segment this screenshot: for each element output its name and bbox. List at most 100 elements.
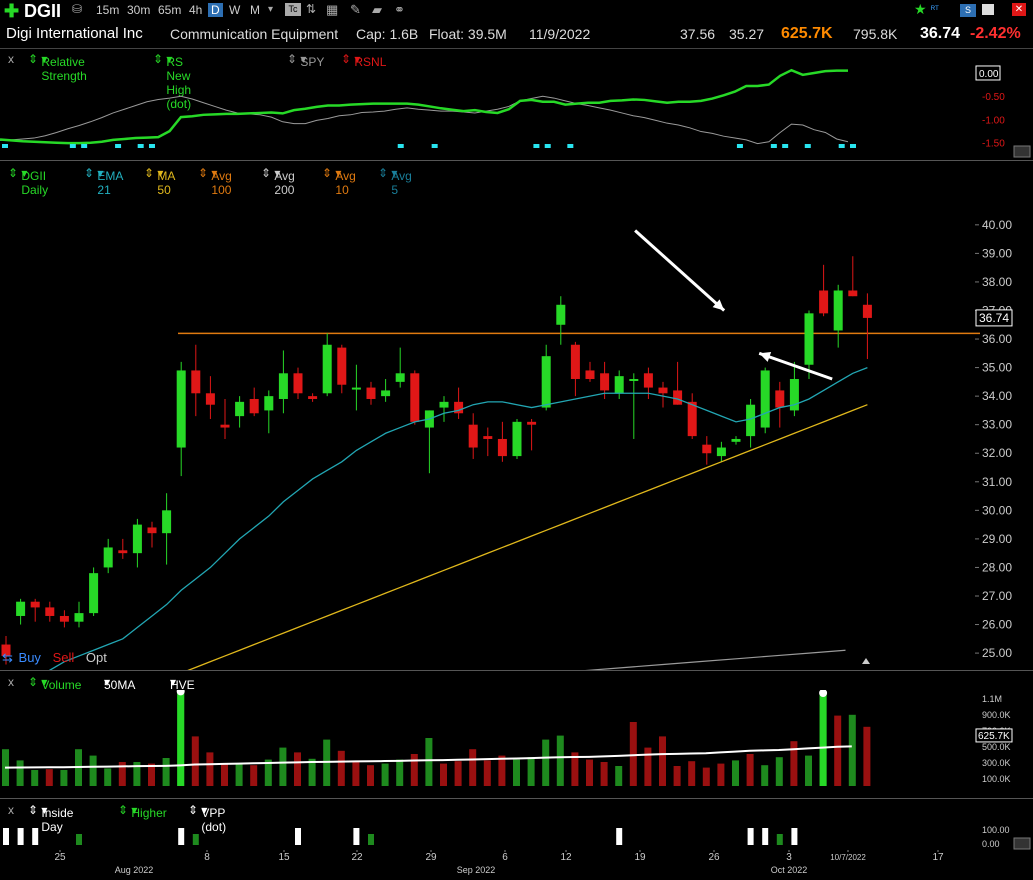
scan-icon[interactable]: S (960, 4, 976, 17)
high-value: 37.56 (680, 26, 716, 42)
date-axis-tick: 12 (560, 852, 572, 863)
candle-body (439, 401, 449, 408)
top-toolbar: ✚ DGII ⛁ 15m 30m 65m 4h D W M ▾ Tc ⇅ ▦ ✎… (0, 0, 1033, 22)
volume-bar (746, 754, 754, 786)
date-axis-tick: 25 (54, 852, 66, 863)
inside-panel-plot: 100.00 0.00 25 8 15 22 29 6 12 19 26 3 10/7/2022 17 Au… (3, 825, 1031, 875)
inside-day-bar (791, 828, 798, 845)
sell-button[interactable]: Sell (53, 650, 75, 665)
price-panel-plot: 40.0039.0038.0037.0036.0035.0034.0033.00… (1, 218, 1013, 670)
candle-body (278, 373, 288, 399)
chart-style-icon[interactable]: ⛁ (72, 2, 82, 16)
window-icon[interactable] (982, 4, 994, 15)
draw-icon[interactable]: ✎ (350, 2, 361, 18)
volume-bar (586, 759, 593, 786)
higher-bar (76, 834, 82, 845)
rs-new-high-dot (770, 144, 777, 148)
symbol-label[interactable]: DGII (24, 1, 61, 22)
price-item-daily[interactable]: ⇕ DGII Daily ▾ (8, 166, 48, 197)
timeframe-65m[interactable]: 65m (158, 3, 181, 17)
date-value: 11/9/2022 (529, 26, 591, 42)
price-item-ema21[interactable]: ⇕ EMA 21 ▾ (84, 166, 123, 197)
volume-axis-tick: 500.0K (982, 742, 1011, 752)
price-axis-tick: 29.00 (982, 532, 1012, 546)
candle-body (45, 607, 55, 616)
inside-item-inside-day[interactable]: ⇕ Inside Day ▾ (28, 803, 73, 834)
star-icon[interactable]: ★ (914, 1, 927, 18)
candle-body (16, 601, 26, 616)
timeframe-daily[interactable]: D (208, 3, 223, 17)
note-icon[interactable]: ▰ (372, 2, 382, 18)
ema21-line (49, 366, 868, 670)
volume-item-volume[interactable]: ⇕ Volume ▾ (28, 675, 81, 692)
date-axis-month: Oct 2022 (771, 865, 808, 875)
candle-body (497, 438, 507, 457)
volume-bar (600, 762, 608, 786)
price-item-ma50[interactable]: ⇕ MA 50 ▾ (144, 166, 175, 197)
volume-panel-header: x ⇕ Volume ▾ 50MA ▾ HVE ▾ (0, 672, 980, 692)
rs-new-high-dot (567, 144, 574, 148)
inside-day-bar (178, 828, 185, 845)
timeframe-weekly[interactable]: W (229, 3, 240, 17)
rs-axis-tick: -0.50 (982, 92, 1005, 103)
price-tag-text: 36.74 (979, 311, 1009, 325)
date-axis-tick: 29 (425, 852, 437, 863)
date-axis-month: Sep 2022 (457, 865, 496, 875)
price-axis-tick: 32.00 (982, 446, 1012, 460)
volume-bar (863, 726, 871, 786)
rt-icon[interactable]: ᴿᵀ (931, 4, 939, 14)
volume-bar (615, 766, 623, 786)
candle-body (74, 613, 84, 622)
share-icon[interactable]: ⚭ (394, 2, 405, 18)
candle-body (643, 373, 653, 388)
volume-bar-highlight (177, 692, 185, 786)
volume-item-50ma[interactable]: 50MA ▾ (104, 675, 135, 692)
price-item-avg200[interactable]: ⇕ Avg 200 ▾ (261, 166, 295, 197)
price-item-avg10[interactable]: ⇕ Avg 10 ▾ (322, 166, 356, 197)
dropdown-icon[interactable]: ▾ (268, 4, 273, 15)
inside-item-vpp[interactable]: ⇕ VPP (dot) ▾ (188, 803, 226, 834)
inside-close-button[interactable]: x (8, 803, 14, 817)
price-axis-tick: 34.00 (982, 389, 1012, 403)
candle-body (804, 313, 814, 365)
trade-icon[interactable]: ⇆ (2, 650, 13, 665)
volume-item-hve[interactable]: HVE ▾ (170, 675, 195, 692)
timeframe-monthly[interactable]: M (250, 3, 260, 17)
rs-new-high-dot (838, 144, 845, 148)
inside-day-bar (747, 828, 754, 845)
inside-day-bar (17, 828, 24, 845)
candle-body (118, 550, 128, 554)
buy-button[interactable]: Buy (19, 650, 41, 665)
candle-body (293, 373, 303, 394)
candle-body (59, 615, 69, 622)
spy-line (0, 95, 849, 145)
grid-icon[interactable]: ▦ (326, 2, 338, 18)
volume-bar (761, 765, 769, 786)
volume-close-button[interactable]: x (8, 675, 14, 689)
volume-bar (790, 741, 798, 786)
volume-bar (191, 736, 199, 786)
compare-icon[interactable]: ⇅ (306, 2, 316, 16)
volume-bar (104, 768, 112, 786)
timeframe-30m[interactable]: 30m (127, 3, 150, 17)
inside-item-higher[interactable]: ⇕ Higher ▾ (118, 803, 167, 820)
timeframe-4h[interactable]: 4h (189, 3, 202, 17)
price-item-avg5[interactable]: ⇕ Avg 5 ▾ (378, 166, 412, 197)
close-icon[interactable]: ✕ (1012, 3, 1026, 16)
volume-bar (45, 769, 53, 786)
volume-tag-text: 625.7K (978, 731, 1010, 742)
volume-separator (0, 798, 1033, 799)
price-item-avg100[interactable]: ⇕ Avg 100 ▾ (198, 166, 232, 197)
candle-body (848, 290, 858, 297)
inside-day-bar (762, 828, 769, 845)
price-axis-tick: 35.00 (982, 361, 1012, 375)
date-axis-tick: 19 (634, 852, 646, 863)
indicator-icon[interactable]: Tc (285, 3, 301, 16)
volume-panel-plot: 1.1M900.0K700.0K500.0K300.0K100.0K625.7K (2, 690, 1013, 786)
timeframe-15m[interactable]: 15m (96, 3, 119, 17)
candle-body (585, 370, 595, 380)
add-icon[interactable]: ✚ (4, 1, 19, 22)
volume-bar (440, 763, 447, 786)
inside-day-bar (616, 828, 623, 845)
opt-button[interactable]: Opt (86, 650, 107, 665)
